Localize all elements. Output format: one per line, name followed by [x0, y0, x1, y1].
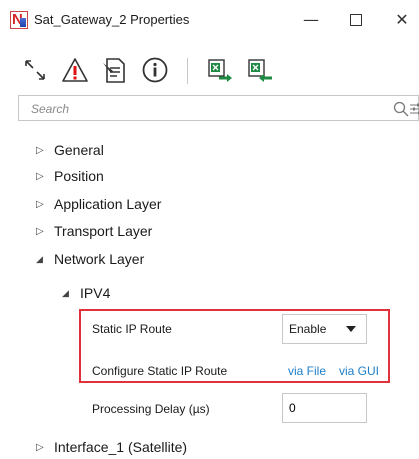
maximize-button[interactable] — [341, 6, 371, 34]
tree-item-general[interactable]: General — [36, 139, 104, 161]
warning-icon — [62, 58, 88, 82]
search-box — [18, 95, 419, 121]
processing-delay-label: Processing Delay (µs) — [92, 402, 210, 416]
expand-arrow-icon[interactable] — [36, 199, 54, 210]
expand-collapse-button[interactable] — [20, 55, 50, 85]
warning-button[interactable] — [60, 55, 90, 85]
excel-export-button[interactable] — [205, 55, 235, 85]
excel-import-icon — [248, 59, 272, 82]
configure-static-ip-route-label: Configure Static IP Route — [92, 364, 228, 378]
minimize-button[interactable]: — — [296, 6, 326, 34]
tree-item-ipv4[interactable]: IPV4 — [62, 282, 110, 304]
toolbar — [0, 50, 419, 94]
filter-icon[interactable] — [410, 101, 419, 117]
excel-export-icon — [208, 59, 232, 82]
static-ip-route-label: Static IP Route — [92, 322, 172, 336]
tree-item-label: General — [54, 142, 104, 158]
tree-item-label: IPV4 — [80, 285, 111, 301]
tree-item-network-layer[interactable]: Network Layer — [36, 248, 144, 270]
info-button[interactable] — [140, 55, 170, 85]
expand-arrow-icon[interactable] — [36, 226, 54, 237]
document-button[interactable] — [100, 55, 130, 85]
tree-item-transport-layer[interactable]: Transport Layer — [36, 220, 152, 242]
search-input[interactable] — [31, 100, 361, 118]
static-ip-route-value: Enable — [289, 322, 327, 336]
collapse-arrow-icon[interactable] — [36, 254, 54, 265]
via-file-link[interactable]: via File — [288, 364, 326, 378]
tree-item-application-layer[interactable]: Application Layer — [36, 193, 161, 215]
expand-collapse-icon — [25, 60, 45, 80]
tree-item-interface-1[interactable]: Interface_1 (Satellite) — [36, 436, 187, 458]
expand-arrow-icon[interactable] — [36, 171, 54, 182]
dropdown-caret-icon — [346, 326, 356, 332]
document-icon — [103, 58, 125, 83]
processing-delay-input[interactable] — [282, 393, 367, 423]
app-logo-icon: N — [10, 11, 28, 29]
close-button[interactable]: ✕ — [387, 6, 417, 34]
static-ip-route-select[interactable]: Enable — [282, 314, 367, 344]
title-bar: N Sat_Gateway_2 Properties — ✕ — [0, 0, 419, 42]
tree-item-label: Application Layer — [54, 196, 162, 212]
expand-arrow-icon[interactable] — [36, 145, 54, 156]
maximize-icon — [350, 14, 362, 26]
tree-item-label: Position — [54, 168, 104, 184]
info-icon — [142, 57, 168, 83]
tree-item-label: Interface_1 (Satellite) — [54, 439, 188, 455]
tree-item-label: Network Layer — [54, 251, 145, 267]
tree-item-position[interactable]: Position — [36, 165, 104, 187]
toolbar-separator — [187, 58, 188, 84]
search-icon[interactable] — [392, 100, 410, 118]
expand-arrow-icon[interactable] — [36, 442, 54, 453]
tree-item-label: Transport Layer — [54, 223, 153, 239]
via-gui-link[interactable]: via GUI — [339, 364, 379, 378]
excel-import-button[interactable] — [245, 55, 275, 85]
collapse-arrow-icon[interactable] — [62, 288, 80, 299]
window-title: Sat_Gateway_2 Properties — [34, 12, 190, 27]
